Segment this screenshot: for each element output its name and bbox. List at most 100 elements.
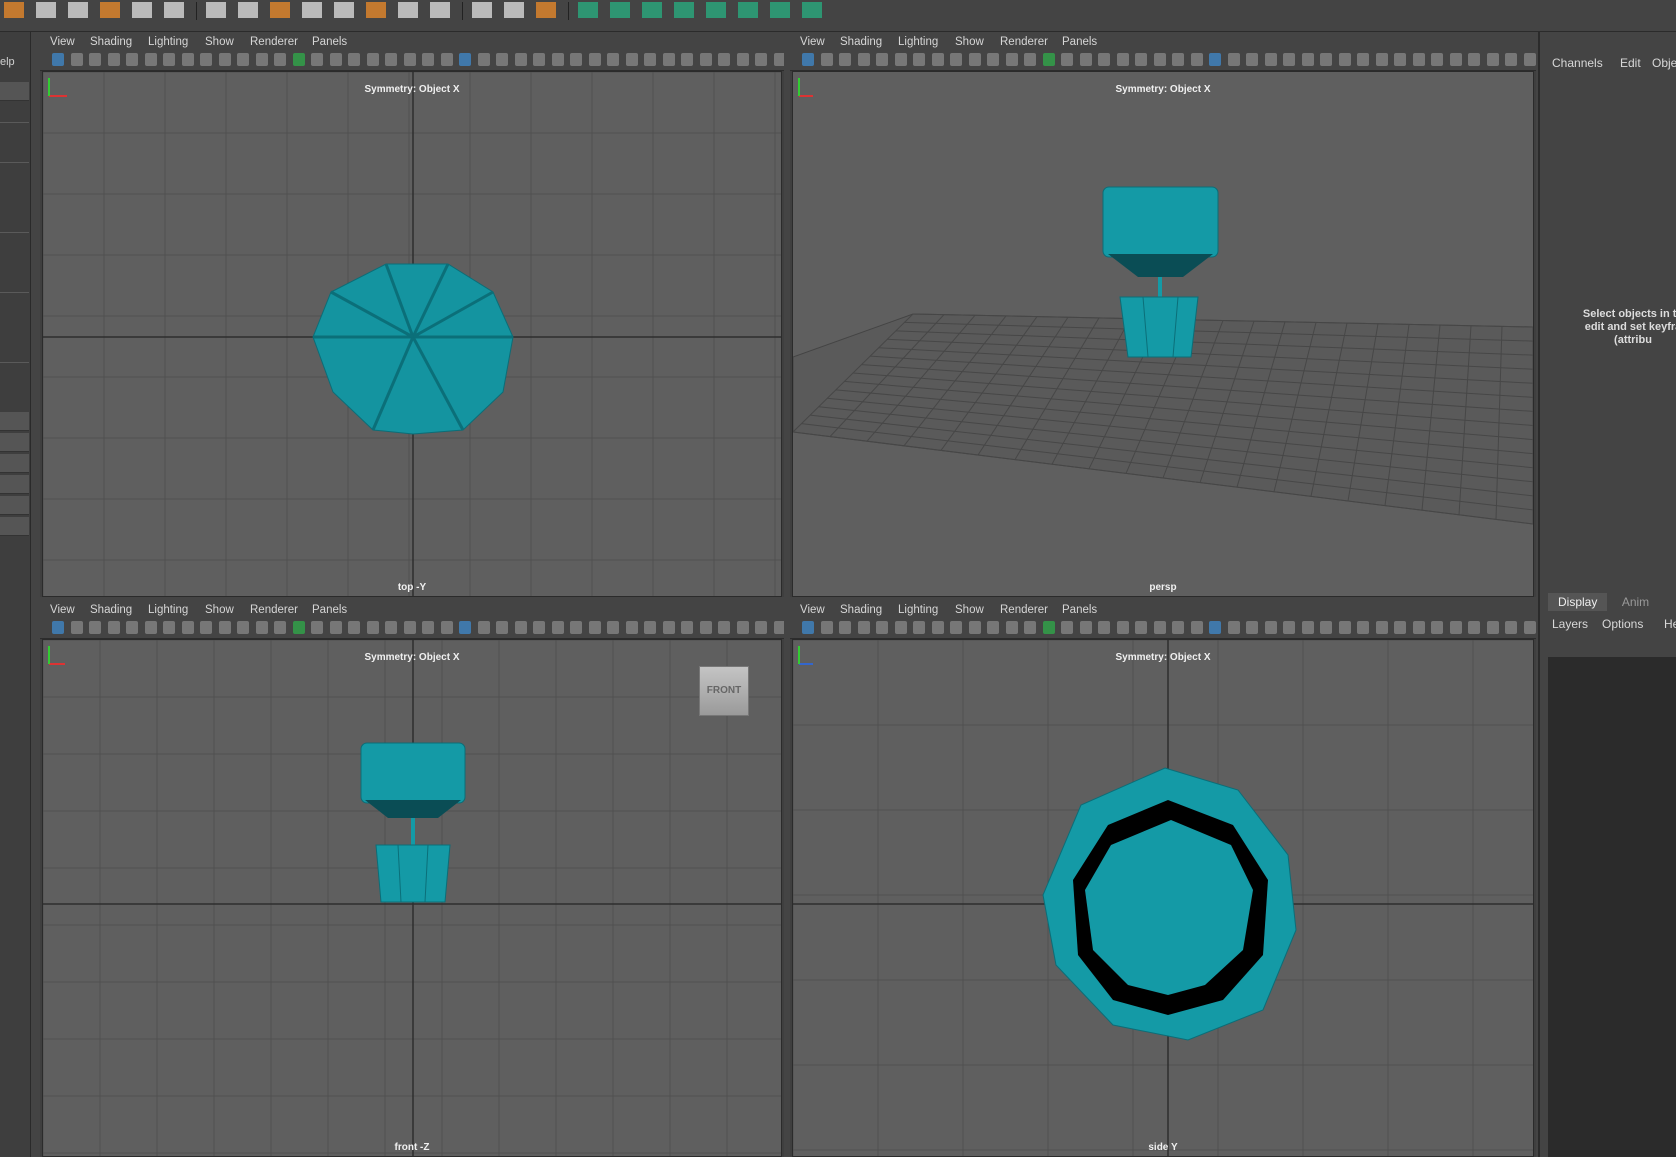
viewport-tool-icon[interactable] <box>1357 621 1369 634</box>
smooth-icon[interactable] <box>674 2 694 18</box>
menu-shading[interactable]: Shading <box>90 604 132 616</box>
menu-shading[interactable]: Shading <box>840 36 882 48</box>
viewport-tool-icon[interactable] <box>699 53 712 66</box>
append-icon[interactable] <box>302 2 322 18</box>
menu-view[interactable]: View <box>50 604 75 616</box>
menu-show[interactable]: Show <box>955 604 984 616</box>
tab-anim[interactable]: Anim <box>1612 593 1659 611</box>
menu-panels[interactable]: Panels <box>312 36 347 48</box>
viewport-tool-icon[interactable] <box>274 53 286 66</box>
viewport-tool-icon[interactable] <box>1116 53 1129 66</box>
viewport-tool-icon[interactable] <box>839 53 851 66</box>
viewport-tool-icon[interactable] <box>1338 53 1351 66</box>
viewport-tool-icon[interactable] <box>1394 53 1406 66</box>
left-field[interactable] <box>0 433 29 452</box>
viewport-tool-icon[interactable] <box>1172 621 1184 634</box>
viewport-tool-icon[interactable] <box>1412 621 1425 634</box>
menu-show[interactable]: Show <box>205 36 234 48</box>
viewport-tool-icon[interactable] <box>1190 53 1203 66</box>
viewport-tool-icon[interactable] <box>570 621 582 634</box>
menu-show[interactable]: Show <box>955 36 984 48</box>
viewport-tool-icon[interactable] <box>699 621 712 634</box>
menu-renderer[interactable]: Renderer <box>250 604 298 616</box>
mesh-front[interactable] <box>360 742 466 903</box>
viewport-tool-icon[interactable] <box>857 621 870 634</box>
viewport-tool-icon[interactable] <box>876 53 888 66</box>
viewport-tool-icon[interactable] <box>1320 621 1332 634</box>
viewport-tool-icon[interactable] <box>755 53 767 66</box>
merge-icon[interactable] <box>334 2 354 18</box>
viewport-tool-icon[interactable] <box>1190 621 1203 634</box>
viewport-tool-icon[interactable] <box>968 53 981 66</box>
viewport-tool-icon[interactable] <box>1079 621 1092 634</box>
viewport-tool-icon[interactable] <box>820 621 833 634</box>
viewport-tool-icon[interactable] <box>126 53 138 66</box>
mirror-icon[interactable] <box>738 2 758 18</box>
viewport-tool-icon[interactable] <box>366 621 379 634</box>
viewport-tool-icon[interactable] <box>163 621 175 634</box>
combine-icon[interactable] <box>578 2 598 18</box>
viewport-tool-icon[interactable] <box>607 621 619 634</box>
viewport-tool-icon[interactable] <box>1246 53 1258 66</box>
viewport-tool-icon[interactable] <box>876 621 888 634</box>
viewport-tool-icon[interactable] <box>987 621 999 634</box>
viewport-tool-icon[interactable] <box>625 53 638 66</box>
viewport-tool-icon[interactable] <box>366 53 379 66</box>
viewport-tool-icon[interactable] <box>274 621 286 634</box>
viewport-tool-icon[interactable] <box>607 53 619 66</box>
viewport-tool-icon[interactable] <box>107 53 120 66</box>
viewport-tool-icon[interactable] <box>662 53 675 66</box>
viewport-tool-icon[interactable] <box>533 621 545 634</box>
viewport-tool-icon[interactable] <box>644 53 656 66</box>
tab-object[interactable]: Objec <box>1652 56 1676 70</box>
viewport-tool-icon[interactable] <box>662 621 675 634</box>
viewport-tool-icon[interactable] <box>1375 621 1388 634</box>
retopo-icon[interactable] <box>770 2 790 18</box>
viewport-tool-icon[interactable] <box>237 53 249 66</box>
menu-shading[interactable]: Shading <box>840 604 882 616</box>
left-field[interactable] <box>0 82 29 101</box>
cube-icon[interactable] <box>4 2 24 18</box>
viewport-tool-icon[interactable] <box>200 621 212 634</box>
viewport-tool-icon[interactable] <box>551 621 564 634</box>
viewport-tool-icon[interactable] <box>329 53 342 66</box>
viewport-tool-icon[interactable] <box>681 621 693 634</box>
menu-panels[interactable]: Panels <box>1062 604 1097 616</box>
menu-renderer[interactable]: Renderer <box>1000 604 1048 616</box>
bevel-icon[interactable] <box>206 2 226 18</box>
mesh-side[interactable] <box>1042 767 1297 1041</box>
viewport-tool-icon[interactable] <box>894 621 907 634</box>
viewport-tool-icon[interactable] <box>1431 621 1443 634</box>
viewport-tool-icon[interactable] <box>255 53 268 66</box>
viewport-front[interactable]: Symmetry: Object X FRONT front -Z <box>42 639 782 1157</box>
viewport-tool-icon[interactable] <box>1468 53 1480 66</box>
viewport-tool-icon[interactable] <box>237 621 249 634</box>
viewport-tool-icon[interactable] <box>218 621 231 634</box>
viewport-tool-icon[interactable] <box>311 621 323 634</box>
tab-edit[interactable]: Edit <box>1620 56 1641 70</box>
poly-icon[interactable] <box>36 2 56 18</box>
view-cube[interactable]: FRONT <box>699 666 749 716</box>
viewport-tool-icon[interactable] <box>385 53 397 66</box>
viewport-tool-icon[interactable] <box>1523 621 1536 634</box>
viewport-tool-icon[interactable] <box>459 621 471 634</box>
target-weld-icon[interactable] <box>536 2 556 18</box>
left-field[interactable] <box>0 412 29 431</box>
viewport-tool-icon[interactable] <box>1005 621 1018 634</box>
bracket-icon[interactable] <box>164 2 184 18</box>
viewport-tool-icon[interactable] <box>1486 621 1499 634</box>
viewport-tool-icon[interactable] <box>736 53 749 66</box>
viewport-tool-icon[interactable] <box>1320 53 1332 66</box>
viewport-tool-icon[interactable] <box>1079 53 1092 66</box>
viewport-tool-icon[interactable] <box>968 621 981 634</box>
viewport-tool-icon[interactable] <box>496 621 508 634</box>
viewport-persp[interactable]: Symmetry: Object X persp <box>792 71 1534 597</box>
viewport-tool-icon[interactable] <box>588 53 601 66</box>
viewport-tool-icon[interactable] <box>144 53 157 66</box>
viewport-tool-icon[interactable] <box>1042 53 1055 66</box>
viewport-tool-icon[interactable] <box>311 53 323 66</box>
viewport-tool-icon[interactable] <box>440 53 453 66</box>
plane-icon[interactable] <box>132 2 152 18</box>
viewport-tool-icon[interactable] <box>755 621 767 634</box>
viewport-tool-icon[interactable] <box>1024 53 1036 66</box>
